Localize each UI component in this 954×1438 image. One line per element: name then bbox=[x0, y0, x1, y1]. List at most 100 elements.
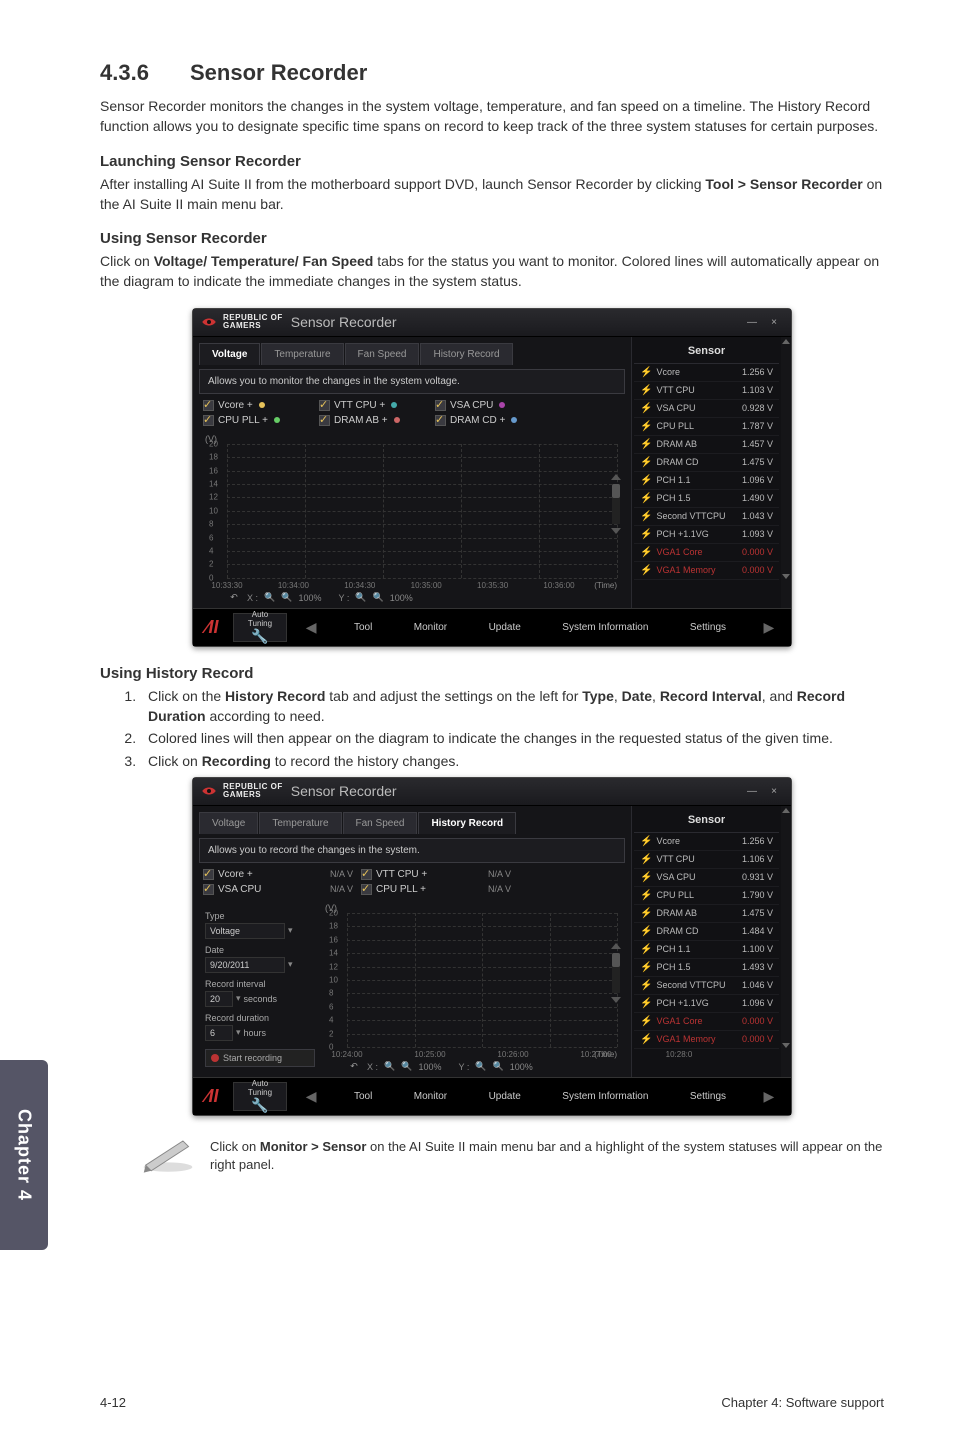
sensor-row: ⚡Vcore1.256 V bbox=[634, 833, 779, 851]
start-recording-button[interactable]: Start recording bbox=[205, 1049, 315, 1067]
close-button[interactable]: × bbox=[765, 784, 783, 798]
sidepanel-scroll-down-icon[interactable] bbox=[782, 574, 790, 579]
zoom-in-x-icon[interactable]: 🔍 bbox=[264, 592, 275, 603]
bottom-settings-button[interactable]: Settings bbox=[682, 616, 734, 639]
window-title: Sensor Recorder bbox=[291, 314, 397, 330]
zoom-out-y-icon[interactable]: 🔍 bbox=[373, 592, 384, 603]
bottom-monitor-button[interactable]: Monitor bbox=[406, 1085, 455, 1108]
minimize-button[interactable]: — bbox=[743, 315, 761, 329]
checkbox-vcore[interactable] bbox=[203, 400, 214, 411]
dropdown-arrow-icon[interactable]: ▾ bbox=[288, 925, 293, 936]
sensor-row: ⚡DRAM AB1.457 V bbox=[634, 436, 779, 454]
sensor-name: VGA1 Memory bbox=[656, 565, 742, 575]
zoom-out-x-icon[interactable]: 🔍 bbox=[401, 1061, 412, 1072]
tab-fan-speed[interactable]: Fan Speed bbox=[345, 343, 420, 365]
footer-label: Chapter 4: Software support bbox=[721, 1395, 884, 1410]
bolt-icon: ⚡ bbox=[640, 421, 652, 432]
duration-input[interactable]: 6 bbox=[205, 1025, 233, 1041]
sidepanel-scroll-up-icon[interactable] bbox=[782, 339, 790, 344]
sensor-row: ⚡PCH 1.51.490 V bbox=[634, 490, 779, 508]
sensor-name: PCH 1.1 bbox=[656, 475, 742, 485]
bottom-update-button[interactable]: Update bbox=[481, 1085, 529, 1108]
checkbox-vsacpu[interactable] bbox=[435, 400, 446, 411]
sensor-name: PCH +1.1VG bbox=[656, 998, 742, 1008]
sensor-row: ⚡VGA1 Core0.000 V bbox=[634, 544, 779, 562]
bottom-settings-button[interactable]: Settings bbox=[682, 1085, 734, 1108]
zoom-in-y-icon[interactable]: 🔍 bbox=[355, 592, 366, 603]
scrollbar-thumb[interactable] bbox=[612, 953, 620, 967]
zoom-out-x-icon[interactable]: 🔍 bbox=[281, 592, 292, 603]
dropdown-arrow-icon[interactable]: ▾ bbox=[236, 993, 241, 1004]
checkbox-vttcpu[interactable] bbox=[319, 400, 330, 411]
checkbox-vttcpu[interactable] bbox=[361, 869, 372, 880]
bolt-icon: ⚡ bbox=[640, 872, 652, 883]
tab-voltage[interactable]: Voltage bbox=[199, 812, 258, 834]
sensor-name: Second VTTCPU bbox=[656, 511, 742, 521]
bottom-tool-button[interactable]: Tool bbox=[346, 1085, 380, 1108]
auto-tuning-button[interactable]: Auto Tuning 🔧 bbox=[233, 1082, 287, 1111]
dropdown-arrow-icon[interactable]: ▾ bbox=[288, 959, 293, 970]
nav-right-arrow-icon[interactable]: ▶ bbox=[759, 619, 778, 636]
tab-history-record[interactable]: History Record bbox=[420, 343, 512, 365]
sensor-panel-heading: Sensor bbox=[634, 341, 779, 364]
scrollbar-thumb[interactable] bbox=[612, 484, 620, 498]
voltage-chart: (V) (Time) ↶ X :🔍🔍100% Y :🔍🔍100% 2018161… bbox=[205, 434, 623, 604]
scroll-up-icon[interactable] bbox=[611, 943, 621, 949]
dropdown-arrow-icon[interactable]: ▾ bbox=[236, 1027, 241, 1038]
sensor-name: PCH +1.1VG bbox=[656, 529, 742, 539]
y-tick: 12 bbox=[209, 493, 218, 502]
date-dropdown[interactable]: 9/20/2011 bbox=[205, 957, 285, 973]
sidepanel-scroll-up-icon[interactable] bbox=[782, 808, 790, 813]
sensor-recorder-window-voltage: REPUBLIC OFGAMERS Sensor Recorder — × Vo… bbox=[192, 308, 792, 647]
zoom-in-y-icon[interactable]: 🔍 bbox=[475, 1061, 486, 1072]
scroll-up-icon[interactable] bbox=[611, 474, 621, 480]
tab-temperature[interactable]: Temperature bbox=[259, 812, 341, 834]
y-tick: 8 bbox=[209, 520, 213, 529]
titlebar: REPUBLIC OFGAMERS Sensor Recorder — × bbox=[193, 309, 791, 337]
sensor-value: 1.046 V bbox=[742, 980, 773, 990]
checkbox-dramab[interactable] bbox=[319, 415, 330, 426]
sensor-value: 0.000 V bbox=[742, 565, 773, 575]
checkbox-vsacpu[interactable] bbox=[203, 884, 214, 895]
checkbox-cpupll[interactable] bbox=[203, 415, 214, 426]
nav-left-arrow-icon[interactable]: ◀ bbox=[302, 1088, 321, 1105]
bottom-tool-button[interactable]: Tool bbox=[346, 616, 380, 639]
x-tick: 10:27:00 bbox=[580, 1050, 611, 1059]
bottom-bar: ⁄II Auto Tuning 🔧 ◀ Tool Monitor Update … bbox=[193, 608, 791, 646]
tab-history-record[interactable]: History Record bbox=[418, 812, 516, 834]
bottom-sysinfo-button[interactable]: System Information bbox=[554, 616, 656, 639]
sensor-name: VGA1 Memory bbox=[656, 1034, 742, 1044]
nav-right-arrow-icon[interactable]: ▶ bbox=[759, 1088, 778, 1105]
nav-left-arrow-icon[interactable]: ◀ bbox=[302, 619, 321, 636]
sidepanel-scroll-down-icon[interactable] bbox=[782, 1043, 790, 1048]
tab-fan-speed[interactable]: Fan Speed bbox=[343, 812, 418, 834]
scroll-down-icon[interactable] bbox=[611, 528, 621, 534]
y-tick: 16 bbox=[329, 935, 338, 944]
y-tick: 2 bbox=[329, 1029, 333, 1038]
undo-zoom-icon[interactable]: ↶ bbox=[227, 592, 241, 604]
bottom-update-button[interactable]: Update bbox=[481, 616, 529, 639]
checkbox-vcore[interactable] bbox=[203, 869, 214, 880]
checkbox-dramcd[interactable] bbox=[435, 415, 446, 426]
zoom-out-y-icon[interactable]: 🔍 bbox=[493, 1061, 504, 1072]
sensor-name: VSA CPU bbox=[656, 403, 742, 413]
bolt-icon: ⚡ bbox=[640, 908, 652, 919]
auto-tuning-button[interactable]: Auto Tuning 🔧 bbox=[233, 613, 287, 642]
sensor-row: ⚡CPU PLL1.790 V bbox=[634, 887, 779, 905]
zoom-in-x-icon[interactable]: 🔍 bbox=[384, 1061, 395, 1072]
checkbox-cpupll[interactable] bbox=[361, 884, 372, 895]
sensor-row: ⚡VSA CPU0.931 V bbox=[634, 869, 779, 887]
interval-input[interactable]: 20 bbox=[205, 991, 233, 1007]
minimize-button[interactable]: — bbox=[743, 784, 761, 798]
scroll-down-icon[interactable] bbox=[611, 997, 621, 1003]
bottom-monitor-button[interactable]: Monitor bbox=[406, 616, 455, 639]
tab-voltage[interactable]: Voltage bbox=[199, 343, 260, 365]
type-dropdown[interactable]: Voltage bbox=[205, 923, 285, 939]
close-button[interactable]: × bbox=[765, 315, 783, 329]
tab-temperature[interactable]: Temperature bbox=[261, 343, 343, 365]
sensor-panel: Sensor ⚡Vcore1.256 V⚡VTT CPU1.106 V⚡VSA … bbox=[631, 806, 781, 1077]
bottom-sysinfo-button[interactable]: System Information bbox=[554, 1085, 656, 1108]
bolt-icon: ⚡ bbox=[640, 529, 652, 540]
page-number: 4-12 bbox=[100, 1395, 126, 1410]
undo-zoom-icon[interactable]: ↶ bbox=[347, 1061, 361, 1073]
